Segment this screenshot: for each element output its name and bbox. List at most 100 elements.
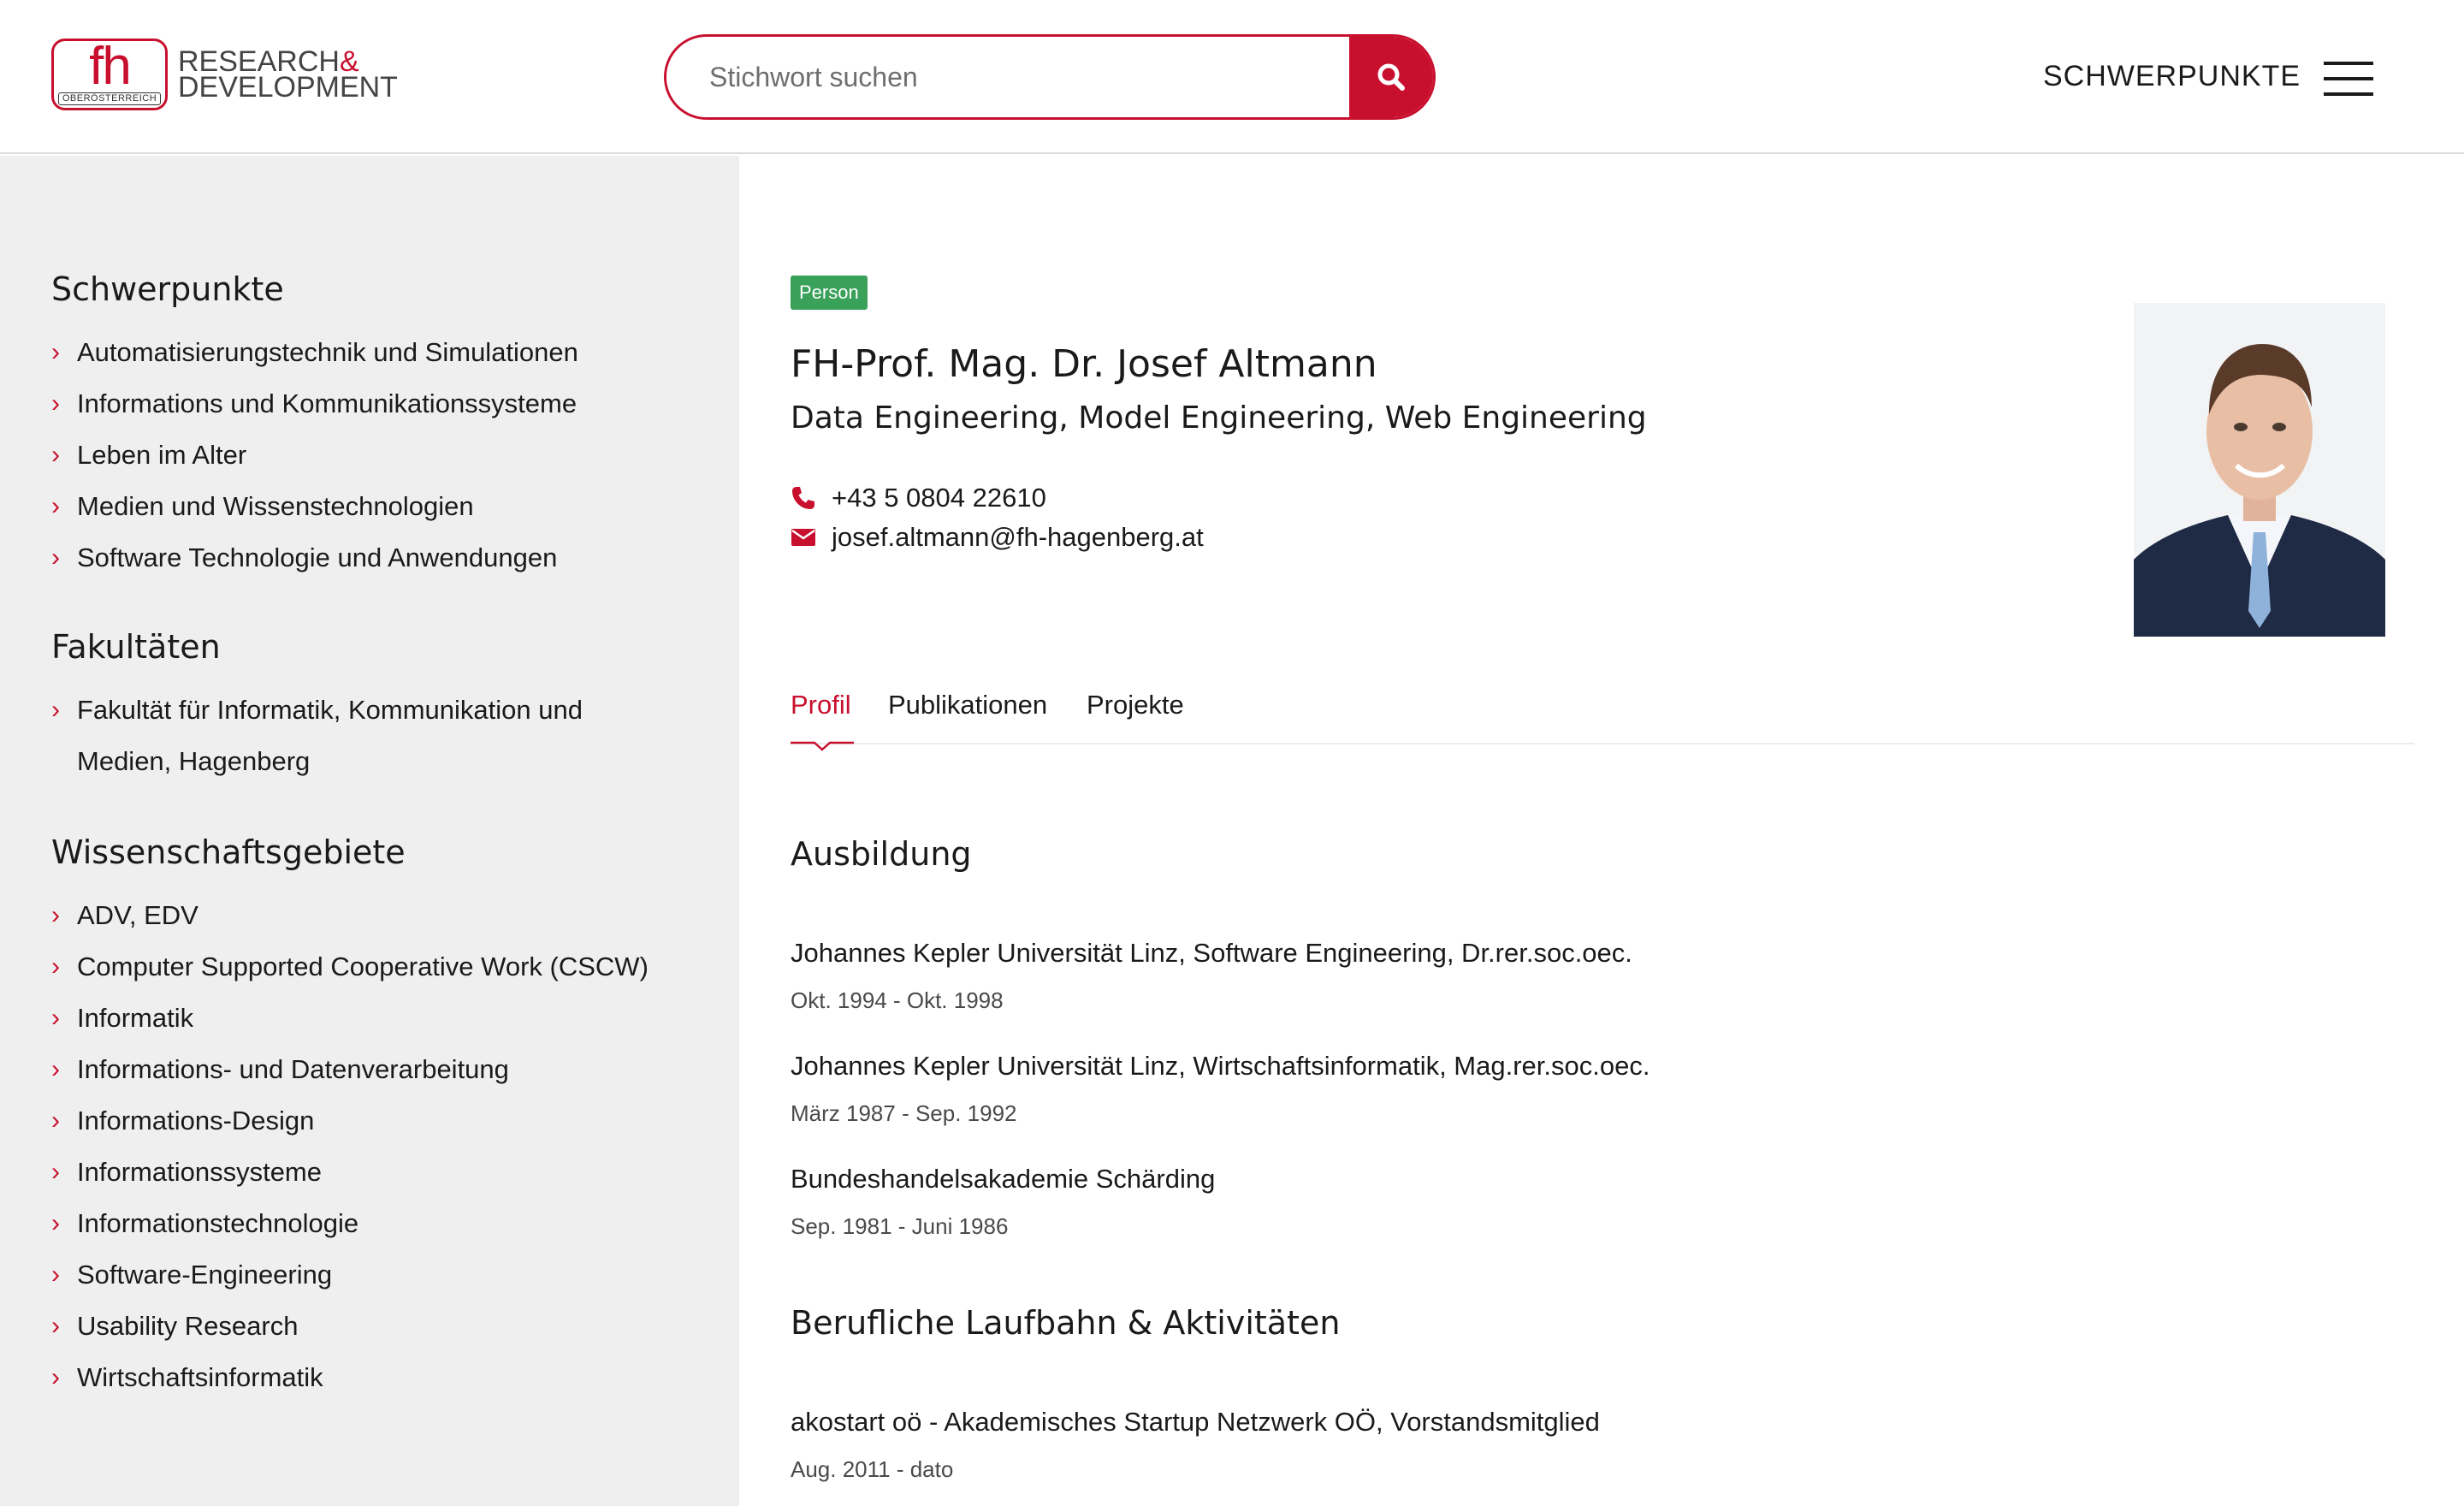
fh-logo-mark: fh OBERÖSTERREICH [51,39,168,110]
education-entry-date: Okt. 1994 - Okt. 1998 [791,987,1004,1013]
sidebar-item-label: Informations und Kommunikationssysteme [77,388,578,418]
chevron-right-icon: › [51,901,60,929]
sidebar-item-label: Informations- und Datenverarbeitung [77,1054,509,1084]
sidebar-item[interactable]: › Medien und Wissenstechnologien [51,481,578,532]
education-entry-title: Johannes Kepler Universität Linz, Softwa… [791,938,1632,968]
section-title-ausbildung: Ausbildung [791,835,972,873]
sidebar-item-label: Software-Engineering [77,1260,333,1290]
chevron-right-icon: › [51,338,60,366]
phone-number: +43 5 0804 22610 [832,483,1046,513]
search-button[interactable] [1349,37,1433,117]
logo-wordmark: RESEARCH& DEVELOPMENT [178,47,398,104]
career-entry-date: Aug. 2011 - dato [791,1456,954,1482]
chevron-right-icon: › [51,1312,60,1340]
sidebar-heading: Wissenschaftsgebiete [51,833,406,871]
sidebar-item-continuation[interactable]: Medien, Hagenberg [51,736,583,787]
tab-projekte[interactable]: Projekte [1087,690,1184,720]
chevron-right-icon: › [51,1106,60,1135]
sidebar-item[interactable]: › Usability Research [51,1301,649,1352]
profile-subtitle: Data Engineering, Model Engineering, Web… [791,400,1647,436]
search-icon [1377,63,1405,91]
search-bar [664,34,1436,120]
education-entry-title: Bundeshandelsakademie Schärding [791,1164,1216,1194]
sidebar-item[interactable]: › Leben im Alter [51,430,578,481]
tab-publikationen[interactable]: Publikationen [888,690,1047,720]
logo-mark-text: fh [89,37,132,96]
sidebar-item[interactable]: › Computer Supported Cooperative Work (CS… [51,941,649,993]
sidebar-item-label: ADV, EDV [77,900,198,930]
mail-icon [791,529,815,546]
sidebar-section-fakultaeten: Fakultäten › Fakultät für Informatik, Kom… [51,628,583,787]
hamburger-icon-line [2324,92,2373,96]
sidebar-item[interactable]: › Software Technologie und Anwendungen [51,532,578,584]
phone-icon [792,487,814,509]
chevron-right-icon: › [51,1260,60,1289]
chevron-right-icon: › [51,1055,60,1083]
education-entry-title: Johannes Kepler Universität Linz, Wirtsc… [791,1051,1650,1081]
sidebar-list: › Automatisierungstechnik und Simulatione… [51,327,578,584]
section-title-laufbahn: Berufliche Laufbahn & Aktivitäten [791,1304,1341,1342]
education-entry-date: März 1987 - Sep. 1992 [791,1100,1017,1126]
sidebar-item[interactable]: › Software-Engineering [51,1249,649,1301]
sidebar-item-label: Leben im Alter [77,440,247,470]
sidebar-item[interactable]: › ADV, EDV [51,890,649,941]
sidebar-item[interactable]: › Informationssysteme [51,1147,649,1198]
chevron-right-icon: › [51,441,60,469]
chevron-right-icon: › [51,492,60,520]
chevron-right-icon: › [51,543,60,572]
search-input[interactable] [666,37,1349,117]
sidebar-item-label: Informatik [77,1003,194,1033]
profile-tabs: Profil Publikationen Projekte [791,685,2414,751]
sidebar-section-schwerpunkte: Schwerpunkte › Automatisierungstechnik un… [51,270,578,584]
person-badge: Person [791,276,868,310]
hamburger-icon-line [2324,77,2373,80]
sidebar-item-label: Wirtschaftsinformatik [77,1362,323,1392]
education-entry-date: Sep. 1981 - Juni 1986 [791,1213,1009,1239]
sidebar-item-label: Informationstechnologie [77,1208,359,1238]
nav-schwerpunkte-link[interactable]: SCHWERPUNKTE [2043,60,2301,93]
chevron-right-icon: › [51,1209,60,1237]
email-address: josef.altmann@fh-hagenberg.at [832,522,1204,552]
sidebar-item[interactable]: › Informations-Design [51,1095,649,1147]
sidebar-item-label: Medien, Hagenberg [77,746,311,776]
sidebar-item[interactable]: › Informations und Kommunikationssysteme [51,378,578,430]
chevron-right-icon: › [51,696,60,724]
sidebar-item-label: Fakultät für Informatik, Kommunikation u… [77,695,583,725]
sidebar-item-label: Usability Research [77,1311,299,1341]
chevron-right-icon: › [51,1363,60,1391]
tab-profil[interactable]: Profil [791,690,851,720]
chevron-right-icon: › [51,1004,60,1032]
hamburger-icon [2324,62,2373,65]
person-portrait-image [2134,303,2385,637]
sidebar-item-label: Medien und Wissenstechnologien [77,491,474,521]
sidebar-item-label: Automatisierungstechnik und Simulationen [77,337,578,367]
chevron-right-icon: › [51,1158,60,1186]
active-tab-indicator [791,741,854,751]
hamburger-menu-button[interactable] [2324,62,2373,96]
sidebar-heading: Schwerpunkte [51,270,284,308]
sidebar-item[interactable]: › Informations- und Datenverarbeitung [51,1044,649,1095]
career-entry-title: akostart oö - Akademisches Startup Netzw… [791,1407,1600,1437]
sidebar-item-label: Software Technologie und Anwendungen [77,543,558,572]
sidebar-item-label: Computer Supported Cooperative Work (CSC… [77,952,649,981]
email-contact[interactable]: josef.altmann@fh-hagenberg.at [791,522,1204,553]
sidebar-section-wissenschaftsgebiete: Wissenschaftsgebiete › ADV, EDV › Computer… [51,833,649,1403]
site-logo[interactable]: fh OBERÖSTERREICH RESEARCH& DEVELOPMENT [51,38,398,111]
logo-sub-text: OBERÖSTERREICH [57,92,162,105]
chevron-right-icon: › [51,389,60,418]
sidebar-item[interactable]: › Fakultät für Informatik, Kommunikation … [51,685,583,736]
phone-contact[interactable]: +43 5 0804 22610 [791,483,1046,513]
sidebar-item[interactable]: › Informatik [51,993,649,1044]
sidebar-item[interactable]: › Automatisierungstechnik und Simulatione… [51,327,578,378]
sidebar-item-label: Informationssysteme [77,1157,322,1187]
sidebar-heading: Fakultäten [51,628,221,666]
sidebar-item-label: Informations-Design [77,1106,315,1135]
sidebar: Schwerpunkte › Automatisierungstechnik un… [0,156,739,1506]
sidebar-item[interactable]: › Informationstechnologie [51,1198,649,1249]
page-title: FH-Prof. Mag. Dr. Josef Altmann [791,342,1377,386]
sidebar-list: › Fakultät für Informatik, Kommunikation … [51,685,583,787]
sidebar-item[interactable]: › Wirtschaftsinformatik [51,1352,649,1403]
logo-line-2: DEVELOPMENT [178,71,398,104]
site-header: fh OBERÖSTERREICH RESEARCH& DEVELOPMENT … [0,0,2464,154]
profile-photo [2134,303,2385,637]
